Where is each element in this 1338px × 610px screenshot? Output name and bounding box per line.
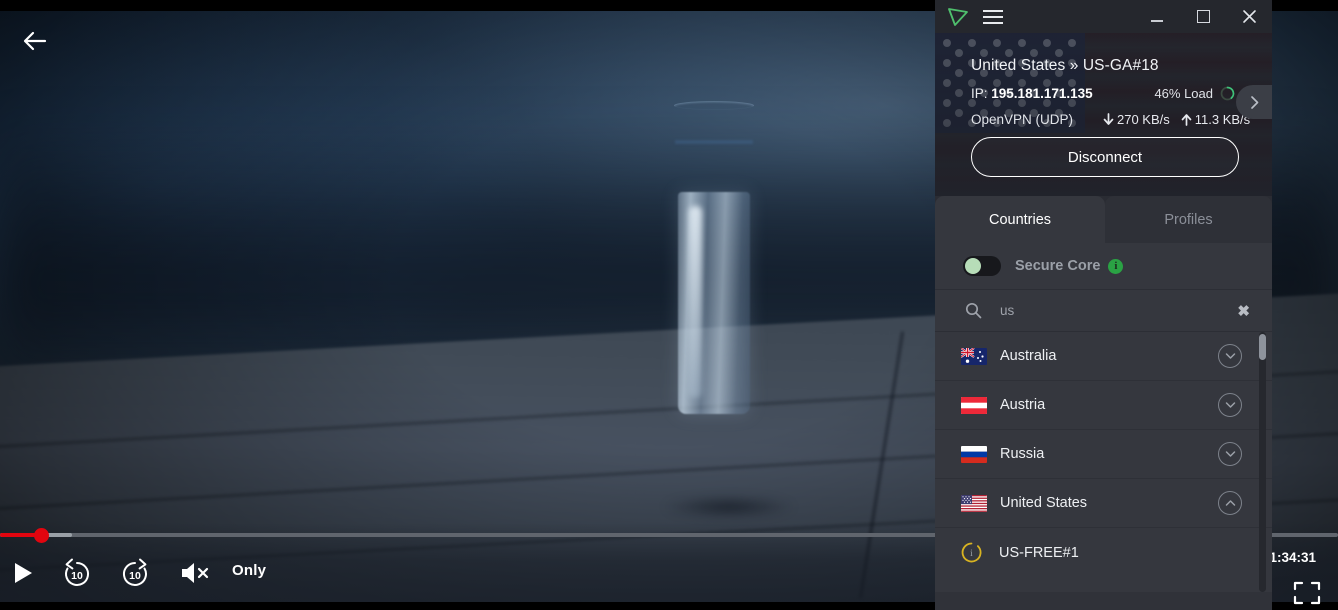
flag-ru-icon (961, 445, 987, 463)
chevron-up-icon[interactable] (1218, 491, 1242, 515)
flag-us-icon (961, 494, 987, 512)
secure-core-row: Secure Core i (935, 243, 1272, 290)
protocol-label: OpenVPN (UDP) (971, 112, 1074, 127)
toggle-knob (965, 258, 981, 274)
search-icon (965, 302, 982, 319)
flag-at-icon (961, 396, 987, 414)
search-bar[interactable]: us ✖ (935, 290, 1272, 332)
vpn-titlebar (935, 0, 1272, 33)
secure-core-label: Secure Core (1015, 258, 1101, 274)
search-input[interactable]: us (1000, 303, 1237, 318)
connected-ip: IP: 195.181.171.135 (971, 86, 1272, 101)
country-list[interactable]: Australia Austria Russia United States i… (935, 332, 1272, 592)
only-label[interactable]: Only (232, 562, 266, 579)
country-row-united-states[interactable]: United States (935, 479, 1272, 528)
disconnect-button[interactable]: Disconnect (971, 137, 1239, 177)
close-button[interactable] (1226, 0, 1272, 33)
download-arrow-icon (1103, 113, 1114, 125)
minimize-button[interactable] (1134, 0, 1180, 33)
country-row-australia[interactable]: Australia (935, 332, 1272, 381)
back-arrow-icon[interactable] (18, 24, 52, 58)
mute-button[interactable] (172, 550, 218, 596)
fullscreen-button[interactable] (1292, 580, 1322, 606)
country-list-scrollbar-thumb[interactable] (1259, 334, 1266, 360)
tab-countries[interactable]: Countries (935, 196, 1105, 243)
protonvpn-logo-icon (945, 5, 971, 29)
window-controls (1134, 0, 1272, 33)
maximize-button[interactable] (1180, 0, 1226, 33)
video-timestamp: 1:34:31 (1269, 550, 1316, 565)
forward-10-icon: 10 (123, 558, 147, 586)
secure-core-toggle[interactable] (963, 256, 1001, 276)
country-name: United States (1000, 495, 1088, 511)
fullscreen-icon (1293, 581, 1321, 605)
next-server-button[interactable] (1236, 85, 1272, 119)
tab-countries-label: Countries (988, 211, 1052, 228)
close-icon (1242, 10, 1256, 23)
download-speed: 270 KB/s (1117, 112, 1170, 127)
forward-10-button[interactable]: 10 (112, 550, 158, 596)
tab-profiles[interactable]: Profiles (1105, 196, 1272, 243)
server-load-ring-icon: i (961, 542, 982, 563)
forward-10-label: 10 (129, 570, 141, 582)
play-icon (15, 563, 32, 583)
minimize-icon (1151, 20, 1163, 22)
rewind-10-button[interactable]: 10 (54, 550, 100, 596)
rewind-10-icon: 10 (65, 558, 89, 586)
chevron-down-icon[interactable] (1218, 393, 1242, 417)
flag-au-icon (961, 347, 987, 365)
speed-indicators: 270 KB/s 11.3 KB/s (1103, 112, 1250, 127)
country-name: Australia (1000, 348, 1057, 364)
maximize-icon (1196, 10, 1210, 23)
play-button[interactable] (0, 550, 46, 596)
ip-label: IP: (971, 86, 988, 101)
clear-icon[interactable]: ✖ (1237, 302, 1250, 320)
tab-profiles-label: Profiles (1164, 211, 1213, 228)
hamburger-menu-icon[interactable] (983, 6, 1009, 28)
connection-status-panel: United States » US-GA#18 IP: 195.181.171… (935, 33, 1272, 196)
chevron-down-icon[interactable] (1218, 344, 1242, 368)
country-name: Austria (1000, 397, 1046, 413)
server-row-us-free-1[interactable]: i US-FREE#1 (935, 528, 1272, 577)
volume-muted-icon (182, 563, 209, 583)
progress-scrubber-handle[interactable] (34, 528, 49, 543)
country-name: Russia (1000, 446, 1045, 462)
country-list-scrollbar-track[interactable] (1259, 332, 1266, 592)
country-row-austria[interactable]: Austria (935, 381, 1272, 430)
server-name: US-FREE#1 (999, 544, 1079, 561)
ip-value: 195.181.171.135 (991, 86, 1093, 101)
protonvpn-window: United States » US-GA#18 IP: 195.181.171… (935, 0, 1272, 610)
country-row-russia[interactable]: Russia (935, 430, 1272, 479)
disconnect-label: Disconnect (1067, 148, 1143, 166)
server-info-glyph: i (970, 549, 973, 559)
rewind-10-label: 10 (71, 570, 83, 582)
info-icon[interactable]: i (1108, 258, 1124, 274)
screen: 10 10 Only 1:34:31 United States » US-GA… (0, 0, 1338, 610)
vpn-tabs: Countries Profiles (935, 196, 1272, 243)
connected-server-title: United States » US-GA#18 (971, 57, 1159, 74)
upload-arrow-icon (1181, 114, 1192, 126)
chevron-down-icon[interactable] (1218, 442, 1242, 466)
chevron-right-icon (1250, 95, 1258, 109)
